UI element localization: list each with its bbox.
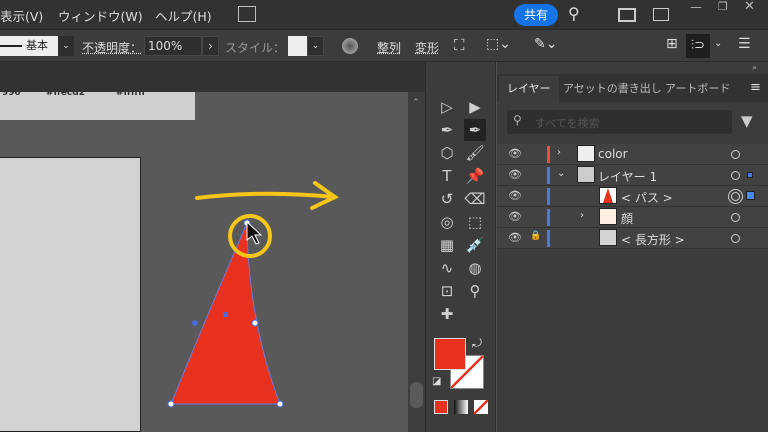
search-icon: ⚲ <box>513 113 522 127</box>
close-button[interactable]: ✕ <box>744 0 755 14</box>
fill-swatch[interactable] <box>434 338 466 370</box>
anchor-point[interactable] <box>251 319 259 327</box>
eye-icon[interactable]: 👁 <box>508 210 522 223</box>
layer-name[interactable]: color <box>598 147 628 161</box>
type-tool-icon[interactable]: T <box>436 165 458 187</box>
shape-tool-icon[interactable]: ⬡ <box>436 142 458 164</box>
tab-layers[interactable]: レイヤー <box>499 76 559 102</box>
tab-asset-export[interactable]: アセットの書き出し <box>555 76 670 102</box>
layer-name[interactable]: レイヤー 1 <box>598 168 657 185</box>
layer-name[interactable]: < パス > <box>621 189 673 206</box>
snap-grid-icon[interactable]: ⊞ <box>666 36 678 52</box>
layer-row[interactable]: 👁 › color <box>497 144 768 165</box>
layer-row[interactable]: 👁 🔒 < 長方形 > <box>497 228 768 249</box>
add-anchor-tool-icon[interactable]: ✚ <box>436 303 458 325</box>
direct-selection-tool-icon[interactable]: ▶ <box>464 96 486 118</box>
anchor-point[interactable] <box>167 400 175 408</box>
center-point <box>223 312 228 317</box>
chevron-down-icon[interactable]: ⌄ <box>714 38 722 49</box>
restore-button[interactable]: ❐ <box>718 0 728 13</box>
layer-thumbnail <box>599 187 617 204</box>
artboard-tool-icon[interactable]: ⊡ <box>436 280 458 302</box>
curvature-tool-icon[interactable]: ✒ <box>464 119 486 141</box>
selection-indicator[interactable] <box>746 191 755 200</box>
eye-icon[interactable]: 👁 <box>508 231 522 244</box>
layer-name[interactable]: 顔 <box>621 210 633 227</box>
layer-color-bar <box>547 230 550 247</box>
chevron-down-icon[interactable]: ⌄ <box>557 168 565 179</box>
none-mode-button[interactable] <box>474 400 488 414</box>
panel-icon[interactable] <box>653 8 669 21</box>
free-transform-tool-icon[interactable]: ⬚ <box>464 211 486 233</box>
layer-row[interactable]: 👁 › 顔 <box>497 207 768 228</box>
gradient-tool-icon[interactable]: ▦ <box>436 234 458 256</box>
blend-tool-icon[interactable]: ∿ <box>436 257 458 279</box>
list-menu-icon[interactable]: ☰ <box>738 36 751 52</box>
layer-thumbnail <box>577 145 595 162</box>
search-placeholder: すべてを検索 <box>535 117 600 130</box>
swap-colors-icon[interactable]: ⤾ <box>472 336 482 351</box>
filter-icon[interactable]: ▼ <box>741 112 753 130</box>
layer-thumbnail <box>599 208 617 225</box>
layer-thumbnail <box>599 229 617 246</box>
color-mode-button[interactable] <box>434 400 448 414</box>
share-button[interactable]: 共有 <box>514 4 558 26</box>
cursor-icon <box>246 220 263 245</box>
workspace-icon[interactable] <box>618 8 636 22</box>
anchor-point[interactable] <box>192 320 198 326</box>
eyedropper-tool-icon[interactable]: 💉 <box>464 234 486 256</box>
layer-color-bar <box>547 188 550 205</box>
default-colors-icon[interactable]: ◪ <box>432 376 441 387</box>
zoom-tool-icon[interactable]: ⚲ <box>464 280 486 302</box>
eye-icon[interactable]: 👁 <box>508 147 522 160</box>
target-icon[interactable] <box>731 171 740 180</box>
panel-menu-icon[interactable]: ≡ <box>750 80 761 95</box>
eraser-tool-icon[interactable]: ⌫ <box>464 188 486 210</box>
artwork <box>167 181 339 408</box>
layer-row[interactable]: 👁 < パス > <box>497 186 768 207</box>
scroll-thumb[interactable] <box>410 382 423 408</box>
toolbar: ▷ ▶ ✒ ✒ ⬡ 🖌 T 📌 ↺ ⌫ ◎ ⬚ ▦ 💉 ∿ ◍ ⊡ ⚲ ✚ ⤾ … <box>425 62 496 432</box>
pen-tool-icon[interactable]: ✒ <box>436 119 458 141</box>
chevron-right-icon[interactable]: › <box>557 147 561 158</box>
target-icon[interactable] <box>731 213 740 222</box>
layer-thumbnail <box>577 166 595 183</box>
target-icon[interactable] <box>731 192 740 201</box>
chevron-right-icon[interactable]: › <box>580 210 584 221</box>
paintbrush-tool-icon[interactable]: 🖌 <box>464 142 486 164</box>
transform-button[interactable]: 変形 <box>415 39 439 56</box>
annotation-arrow <box>195 181 339 210</box>
minimize-button[interactable]: — <box>690 0 702 14</box>
eye-icon[interactable]: 👁 <box>508 168 522 181</box>
chevron-up-icon[interactable]: ⌃ <box>412 98 420 108</box>
selection-indicator[interactable] <box>747 172 753 178</box>
edit-icon[interactable]: ✎⌄ <box>534 36 557 52</box>
eye-icon[interactable]: 👁 <box>508 189 522 202</box>
snap-toggle-icon[interactable]: ⫶⊃ <box>686 34 710 58</box>
vertical-scrollbar[interactable]: ⌃ <box>408 92 425 432</box>
target-icon[interactable] <box>731 234 740 243</box>
anchor-point[interactable] <box>276 400 284 408</box>
layer-color-bar <box>547 167 550 184</box>
layers-search-input[interactable]: ⚲ すべてを検索 <box>507 110 732 134</box>
shape-builder-tool-icon[interactable]: ◍ <box>464 257 486 279</box>
layer-color-bar <box>547 209 550 226</box>
isolate-icon[interactable]: ⛶ <box>454 36 465 54</box>
search-icon[interactable]: ⚲ <box>568 4 580 23</box>
layer-row[interactable]: 👁 ⌄ レイヤー 1 <box>497 165 768 186</box>
collapse-icon[interactable]: » <box>752 63 757 72</box>
pin-tool-icon[interactable]: 📌 <box>464 165 486 187</box>
lock-icon[interactable]: 🔒 <box>530 231 541 241</box>
layer-name[interactable]: < 長方形 > <box>621 231 685 248</box>
puppet-warp-tool-icon[interactable]: ◎ <box>436 211 458 233</box>
rotate-tool-icon[interactable]: ↺ <box>436 188 458 210</box>
selection-tool-icon[interactable]: ▷ <box>436 96 458 118</box>
target-icon[interactable] <box>731 150 740 159</box>
tab-artboards[interactable]: アートボード <box>657 76 738 102</box>
layers-panel: » レイヤー アセットの書き出し アートボード ≡ ⚲ すべてを検索 ▼ 👁 ›… <box>497 62 768 432</box>
gradient-mode-button[interactable] <box>454 400 468 414</box>
select-similar-icon[interactable]: ⬚⌄ <box>486 36 511 52</box>
layer-color-bar <box>547 146 550 163</box>
